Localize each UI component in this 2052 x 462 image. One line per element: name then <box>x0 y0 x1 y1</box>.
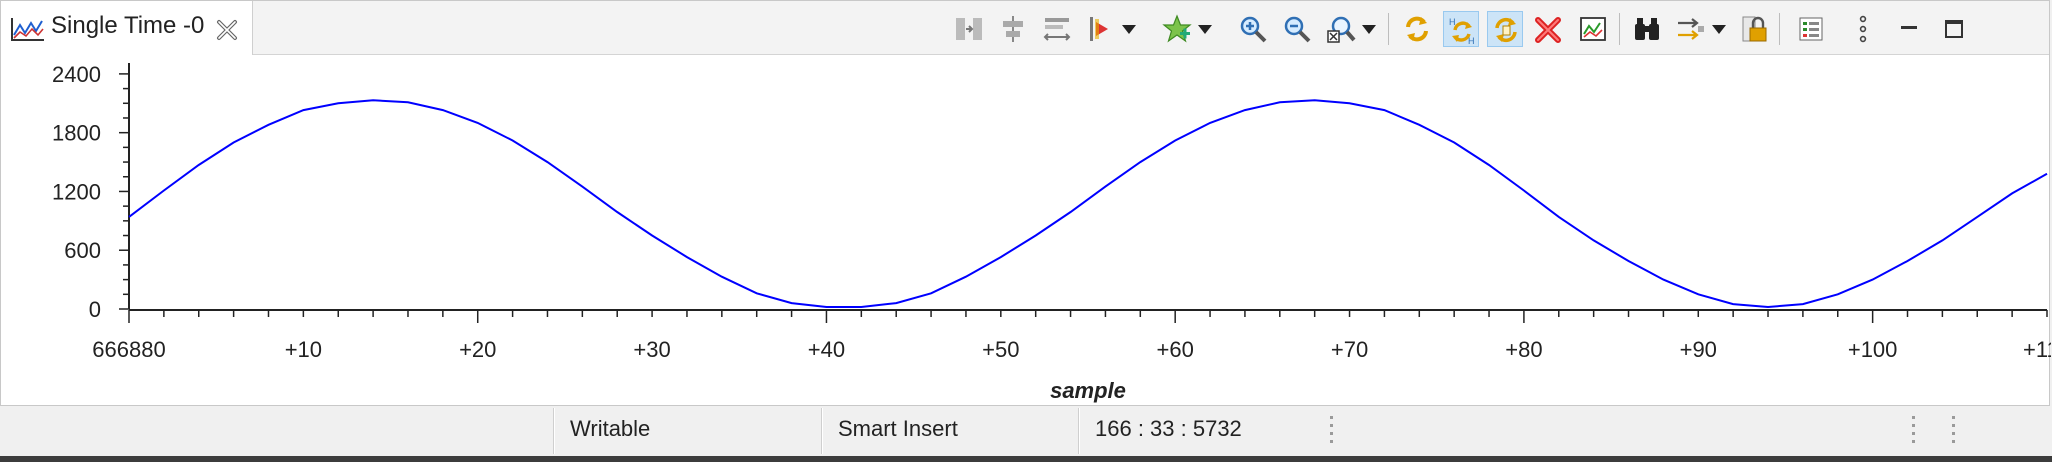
line-chart: 0 600 1200 1800 2400 666880 +10 +20 +30 +40 +50 +6… <box>52 62 2052 403</box>
status-cursor-position: 166 : 33 : 5732 <box>1095 416 1242 441</box>
y-axis: 0 600 1200 1800 2400 <box>52 62 130 322</box>
view-tab-title: Single Time -0 <box>51 12 205 39</box>
zoom-dropdown-icon[interactable] <box>1361 11 1377 47</box>
y-tick-label: 1800 <box>52 121 101 146</box>
x-tick-label: +70 <box>1331 337 1368 362</box>
lock-icon[interactable] <box>1737 11 1773 47</box>
toolbar-separator <box>1779 13 1780 45</box>
close-icon[interactable] <box>216 19 238 41</box>
status-mode: Writable <box>570 416 651 441</box>
x-tick-label: +60 <box>1157 337 1194 362</box>
add-star-icon[interactable] <box>1159 11 1195 47</box>
window-bottom-edge <box>0 456 2052 462</box>
align-columns-icon[interactable] <box>951 11 987 47</box>
data-flow-dropdown-icon[interactable] <box>1711 11 1727 47</box>
zoom-fit-icon[interactable] <box>1323 11 1359 47</box>
status-grip-handle[interactable] <box>1330 416 1334 446</box>
refresh-icon[interactable] <box>1399 11 1435 47</box>
x-tick-label: +110 <box>2023 337 2051 362</box>
time-graph-plot[interactable]: 0 600 1200 1800 2400 666880 +10 +20 +30 +40 +50 +6… <box>1 55 2052 407</box>
graph-properties-icon[interactable] <box>1575 11 1611 47</box>
view-tab-bar: Single Time -0 H H <box>1 1 2049 55</box>
status-grip-handle[interactable] <box>1912 416 1916 446</box>
x-axis: 666880 +10 +20 +30 +40 +50 +60 +70 +80 +90 +100 +11… <box>92 309 2052 362</box>
x-tick-label: 666880 <box>92 337 165 362</box>
minimize-icon[interactable] <box>1891 11 1927 47</box>
toolbar-separator <box>1619 13 1620 45</box>
align-center-icon[interactable] <box>995 11 1031 47</box>
line-graph-icon <box>11 18 44 41</box>
x-tick-label: +50 <box>982 337 1019 362</box>
y-tick-label: 2400 <box>52 62 101 87</box>
list-icon[interactable] <box>1793 11 1829 47</box>
status-separator <box>553 408 555 454</box>
maximize-icon[interactable] <box>1936 11 1972 47</box>
x-tick-label: +10 <box>285 337 322 362</box>
single-time-graph-view: Single Time -0 H H 0 600 1200 1800 2400 … <box>0 0 2052 407</box>
view-menu-icon[interactable] <box>1845 11 1881 47</box>
binoculars-icon[interactable] <box>1629 11 1665 47</box>
status-separator <box>1078 408 1080 454</box>
x-tick-label: +20 <box>459 337 496 362</box>
marker-icon[interactable] <box>1083 11 1119 47</box>
sync-vertical-icon[interactable] <box>1487 11 1523 47</box>
status-insert-mode: Smart Insert <box>838 416 958 441</box>
y-tick-label: 1200 <box>52 179 101 204</box>
status-bar: Writable Smart Insert 166 : 33 : 5732 <box>0 406 2052 456</box>
svg-text:H: H <box>1449 17 1456 27</box>
x-tick-label: +30 <box>633 337 670 362</box>
status-separator <box>821 408 823 454</box>
x-axis-label: sample <box>1050 378 1126 403</box>
zoom-out-icon[interactable] <box>1279 11 1315 47</box>
add-dropdown-icon[interactable] <box>1197 11 1213 47</box>
status-grip-handle[interactable] <box>1952 416 1956 446</box>
fit-width-icon[interactable] <box>1039 11 1075 47</box>
data-flow-icon[interactable] <box>1673 11 1709 47</box>
marker-dropdown-icon[interactable] <box>1121 11 1137 47</box>
x-tick-label: +90 <box>1680 337 1717 362</box>
svg-text:H: H <box>1468 36 1475 45</box>
sync-horizontal-icon[interactable]: HH <box>1443 11 1479 47</box>
series-line <box>128 99 2048 309</box>
y-tick-label: 0 <box>89 297 101 322</box>
view-tab[interactable]: Single Time -0 <box>1 1 253 55</box>
x-tick-label: +80 <box>1505 337 1542 362</box>
x-tick-label: +100 <box>1848 337 1898 362</box>
y-tick-label: 600 <box>64 238 101 263</box>
toolbar-separator <box>1388 13 1389 45</box>
remove-graph-icon[interactable] <box>1531 11 1567 47</box>
zoom-in-icon[interactable] <box>1235 11 1271 47</box>
x-tick-label: +40 <box>808 337 845 362</box>
